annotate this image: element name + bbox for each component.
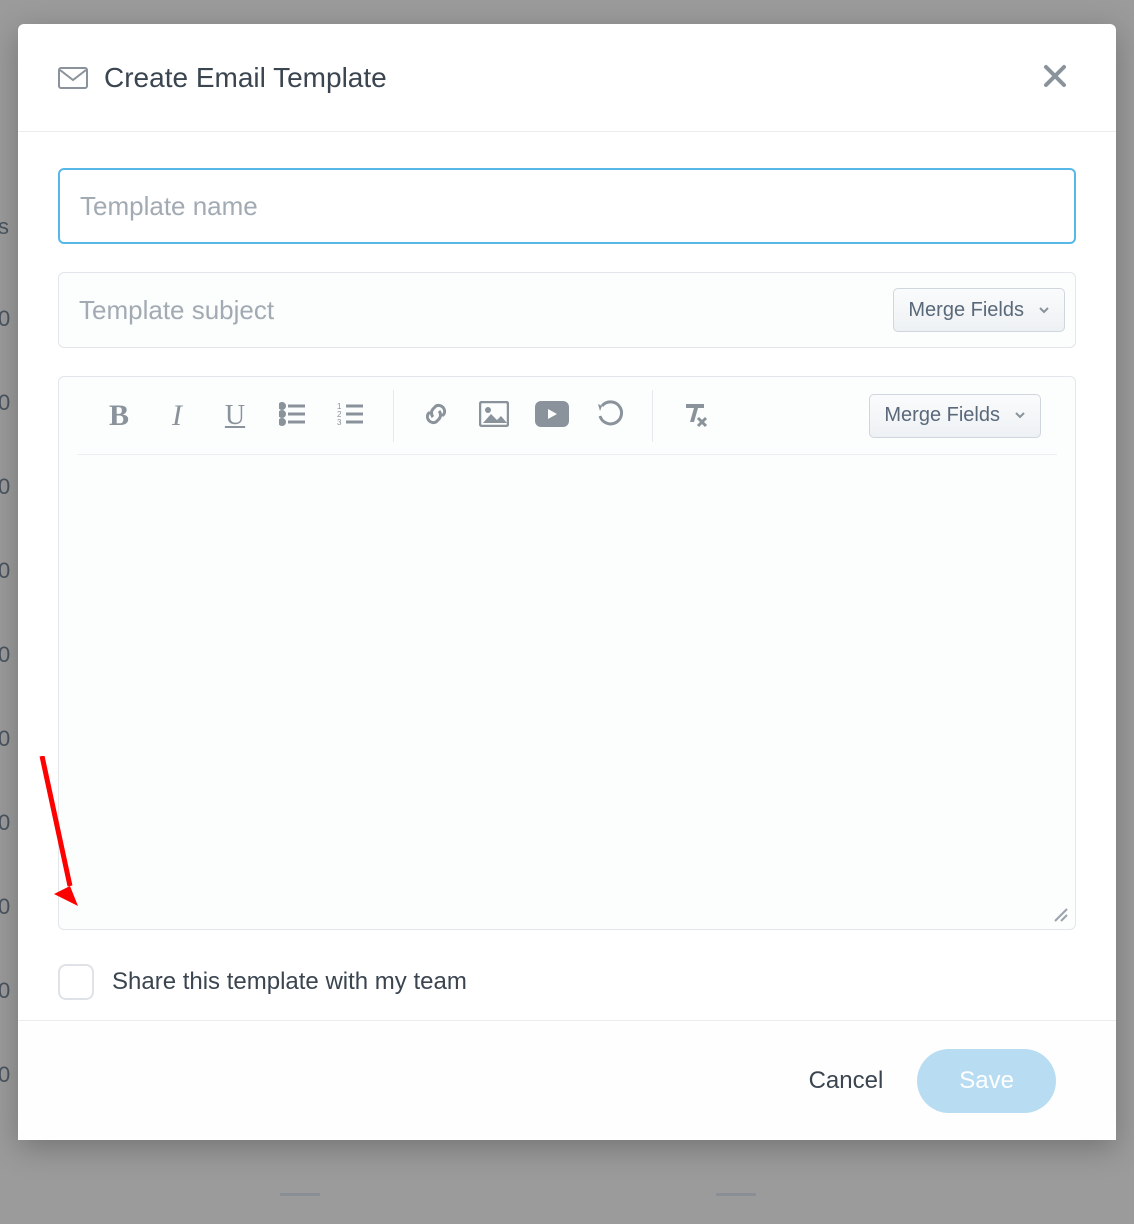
- modal-title: Create Email Template: [104, 62, 1034, 94]
- bg-text-partial: s: [0, 214, 9, 240]
- save-button[interactable]: Save: [917, 1049, 1056, 1113]
- bold-button[interactable]: B: [93, 390, 145, 442]
- template-name-input[interactable]: [58, 168, 1076, 244]
- bold-icon: B: [109, 399, 129, 433]
- bg-marker: 0: [0, 642, 10, 668]
- share-template-row: Share this template with my team: [58, 958, 1076, 1000]
- toolbar-separator: [652, 390, 653, 442]
- modal-header: Create Email Template: [18, 24, 1116, 132]
- chevron-down-icon: [1038, 299, 1050, 322]
- clear-format-icon: [680, 400, 710, 431]
- bg-marker: 0: [0, 390, 10, 416]
- video-icon: [535, 401, 569, 430]
- cancel-button[interactable]: Cancel: [797, 1059, 896, 1103]
- close-icon: [1042, 77, 1068, 92]
- merge-fields-button-subject[interactable]: Merge Fields: [893, 288, 1065, 332]
- create-email-template-modal: Create Email Template Merge Fields B: [18, 24, 1116, 1140]
- bg-dash: [716, 1193, 756, 1196]
- numbered-list-button[interactable]: 123: [325, 390, 377, 442]
- rich-text-editor: B I U 123: [58, 376, 1076, 930]
- editor-content-area[interactable]: [59, 455, 1075, 929]
- bg-marker: 0: [0, 474, 10, 500]
- bg-marker: 0: [0, 558, 10, 584]
- link-button[interactable]: [410, 390, 462, 442]
- bg-marker: 0: [0, 810, 10, 836]
- share-label: Share this template with my team: [112, 968, 467, 996]
- svg-text:3: 3: [337, 418, 342, 426]
- video-button[interactable]: [526, 390, 578, 442]
- bg-marker: 0: [0, 978, 10, 1004]
- bullet-list-icon: [279, 402, 307, 429]
- undo-icon: [596, 400, 624, 431]
- toolbar-separator: [393, 390, 394, 442]
- merge-fields-button-body[interactable]: Merge Fields: [869, 394, 1041, 438]
- underline-button[interactable]: U: [209, 390, 261, 442]
- template-subject-input[interactable]: [79, 273, 893, 347]
- close-button[interactable]: [1034, 55, 1076, 100]
- bg-marker: 0: [0, 306, 10, 332]
- mail-icon: [58, 67, 88, 89]
- bg-marker: 0: [0, 894, 10, 920]
- chevron-down-icon: [1014, 404, 1026, 427]
- share-checkbox[interactable]: [58, 964, 94, 1000]
- modal-body: Merge Fields B I U: [18, 132, 1116, 1020]
- editor-toolbar: B I U 123: [77, 377, 1057, 455]
- italic-button[interactable]: I: [151, 390, 203, 442]
- image-button[interactable]: [468, 390, 520, 442]
- template-subject-row: Merge Fields: [58, 272, 1076, 348]
- clear-format-button[interactable]: [669, 390, 721, 442]
- resize-handle-icon[interactable]: [1053, 907, 1069, 923]
- bg-dash: [280, 1193, 320, 1196]
- image-icon: [479, 401, 509, 430]
- undo-button[interactable]: [584, 390, 636, 442]
- merge-fields-label: Merge Fields: [884, 404, 1000, 427]
- merge-fields-label: Merge Fields: [908, 299, 1024, 322]
- bg-marker: 0: [0, 1062, 10, 1088]
- italic-icon: I: [172, 399, 182, 433]
- underline-icon: U: [225, 400, 245, 432]
- bullet-list-button[interactable]: [267, 390, 319, 442]
- bg-marker: 0: [0, 726, 10, 752]
- modal-footer: Cancel Save: [18, 1020, 1116, 1140]
- numbered-list-icon: 123: [337, 402, 365, 429]
- link-icon: [422, 400, 450, 431]
